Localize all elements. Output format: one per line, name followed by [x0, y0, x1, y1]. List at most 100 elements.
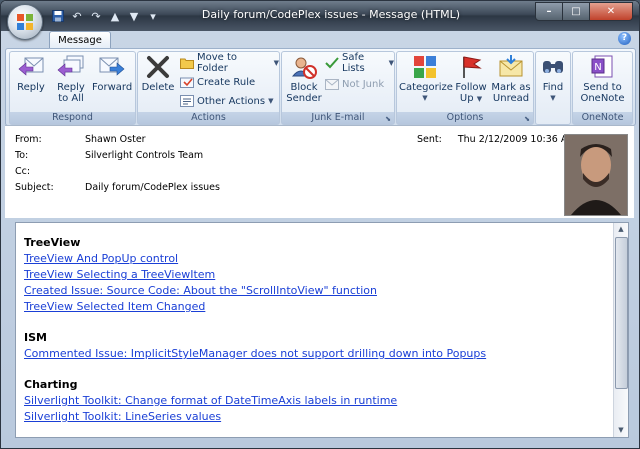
safe-lists-icon: [325, 56, 339, 70]
dialog-launcher-icon[interactable]: ⬊: [523, 115, 531, 123]
safe-lists-label: Safe Lists: [342, 52, 365, 74]
redo-icon[interactable]: ↷: [89, 9, 103, 23]
mark-unread-label-line2: Unread: [492, 93, 530, 104]
send-to-onenote-label-line2: OneNote: [580, 93, 625, 104]
window-title: Daily forum/CodePlex issues - Message (H…: [201, 8, 461, 21]
follow-up-label-word: Up: [459, 93, 474, 104]
onenote-icon: N: [588, 54, 618, 80]
junk-email-label: Junk E-mail: [311, 112, 365, 123]
send-to-onenote-label-line1: Send to: [583, 82, 622, 93]
tab-message[interactable]: Message: [49, 31, 111, 49]
sent-row: Sent: Thu 2/12/2009 10:36 AM: [417, 134, 576, 145]
message-header: From: Shawn Oster To: Silverlight Contro…: [5, 125, 634, 218]
flag-icon: [456, 54, 486, 80]
issue-link[interactable]: Silverlight Toolkit: Change format of Da…: [24, 393, 604, 409]
undo-icon[interactable]: ↶: [70, 9, 84, 23]
office-logo-icon: [17, 14, 33, 30]
mark-unread-label-line1: Mark as: [491, 82, 531, 93]
delete-label: Delete: [141, 82, 175, 93]
safe-lists-button[interactable]: Safe Lists ▼: [325, 52, 394, 74]
reply-button[interactable]: Reply: [12, 54, 50, 93]
section-heading-charting: Charting: [24, 378, 78, 391]
customize-toolbar-icon[interactable]: ▾: [146, 9, 160, 23]
group-options: Categorize ▼ Follow Up ▼ Mark as Unread …: [396, 51, 534, 125]
send-to-onenote-button[interactable]: N Send to OneNote: [575, 54, 630, 104]
svg-text:N: N: [594, 62, 601, 73]
chevron-down-icon: ▼: [422, 94, 428, 102]
find-button[interactable]: Find ▼: [537, 54, 569, 104]
title-bar: ↶ ↷ ▲ ▼ ▾ Daily forum/CodePlex issues - …: [1, 1, 639, 31]
message-content: TreeView TreeView And PopUp control Tree…: [24, 235, 604, 425]
chevron-down-icon: ▼: [550, 94, 556, 102]
issue-link[interactable]: TreeView Selected Item Changed: [24, 299, 604, 315]
section-heading-ism: ISM: [24, 331, 47, 344]
rule-icon: [180, 75, 194, 89]
block-sender-label-line2: Sender: [286, 93, 322, 104]
issue-link[interactable]: Silverlight Toolkit: LineSeries values: [24, 409, 604, 425]
ribbon: Reply Reply to All Forward Respond Delet…: [5, 48, 636, 126]
chevron-down-icon: ▼: [388, 59, 394, 67]
binoculars-icon: [538, 54, 568, 80]
previous-item-icon[interactable]: ▲: [108, 9, 122, 23]
issue-link[interactable]: TreeView And PopUp control: [24, 251, 604, 267]
save-icon[interactable]: [51, 9, 65, 23]
chevron-down-icon: ▼: [268, 97, 274, 105]
issue-link[interactable]: Commented Issue: ImplicitStyleManager do…: [24, 346, 604, 362]
to-value[interactable]: Silverlight Controls Team: [85, 150, 203, 161]
folder-icon: [180, 56, 194, 70]
block-sender-label-line1: Block: [290, 82, 318, 93]
from-value[interactable]: Shawn Oster: [85, 134, 146, 145]
follow-up-button[interactable]: Follow Up ▼: [453, 54, 489, 105]
group-onenote: N Send to OneNote OneNote: [572, 51, 633, 125]
follow-up-label-line1: Follow: [455, 82, 487, 93]
other-actions-icon: [180, 94, 194, 108]
maximize-button[interactable]: □: [562, 2, 590, 21]
minimize-button[interactable]: –: [535, 2, 563, 21]
not-junk-button[interactable]: Not Junk: [325, 75, 384, 93]
vertical-scrollbar[interactable]: ▲ ▼: [613, 223, 628, 437]
group-actions: Delete Move to Folder ▼ Create Rule Othe…: [137, 51, 280, 125]
unread-mail-icon: [496, 54, 526, 80]
scroll-down-arrow-icon[interactable]: ▼: [614, 424, 628, 437]
categorize-button[interactable]: Categorize ▼: [399, 54, 453, 104]
issue-link[interactable]: TreeView Selecting a TreeViewItem: [24, 267, 604, 283]
mark-as-unread-button[interactable]: Mark as Unread: [491, 54, 531, 104]
reply-all-label-line2: to All: [58, 93, 84, 104]
next-item-icon[interactable]: ▼: [127, 9, 141, 23]
scroll-up-arrow-icon[interactable]: ▲: [614, 223, 628, 236]
help-icon[interactable]: ?: [618, 32, 631, 45]
reply-icon: [16, 54, 46, 80]
close-button[interactable]: ✕: [589, 2, 633, 21]
group-label-actions: Actions: [138, 112, 279, 124]
chevron-down-icon: ▼: [273, 59, 279, 67]
section-heading-treeview: TreeView: [24, 236, 81, 249]
options-label: Options: [446, 112, 484, 123]
find-label: Find: [542, 82, 564, 93]
other-actions-button[interactable]: Other Actions ▼: [180, 92, 274, 110]
delete-button[interactable]: Delete: [140, 54, 176, 93]
chevron-down-icon: ▼: [476, 95, 483, 103]
move-to-folder-label: Move to Folder: [197, 52, 238, 74]
forward-button[interactable]: Forward: [92, 54, 132, 93]
create-rule-label: Create Rule: [197, 76, 256, 88]
reply-all-button[interactable]: Reply to All: [52, 54, 90, 104]
ribbon-tab-row: Message ?: [1, 31, 639, 49]
dialog-launcher-icon[interactable]: ⬊: [384, 115, 392, 123]
issue-link[interactable]: Created Issue: Source Code: About the "S…: [24, 283, 604, 299]
group-junk-email: Block Sender Safe Lists ▼ Not Junk Junk …: [281, 51, 395, 125]
subject-value: Daily forum/CodePlex issues: [85, 182, 220, 193]
delete-icon: [143, 54, 173, 80]
group-label-respond: Respond: [10, 112, 135, 124]
office-button[interactable]: [7, 4, 43, 40]
create-rule-button[interactable]: Create Rule: [180, 73, 255, 91]
follow-up-label-line2: Up ▼: [453, 93, 489, 105]
move-to-folder-button[interactable]: Move to Folder ▼: [180, 52, 279, 74]
group-respond: Reply Reply to All Forward Respond: [9, 51, 136, 125]
block-sender-button[interactable]: Block Sender: [284, 54, 324, 104]
to-label: To:: [15, 150, 29, 161]
subject-label: Subject:: [15, 182, 54, 193]
forward-label: Forward: [92, 82, 133, 93]
scrollbar-thumb[interactable]: [615, 237, 628, 389]
